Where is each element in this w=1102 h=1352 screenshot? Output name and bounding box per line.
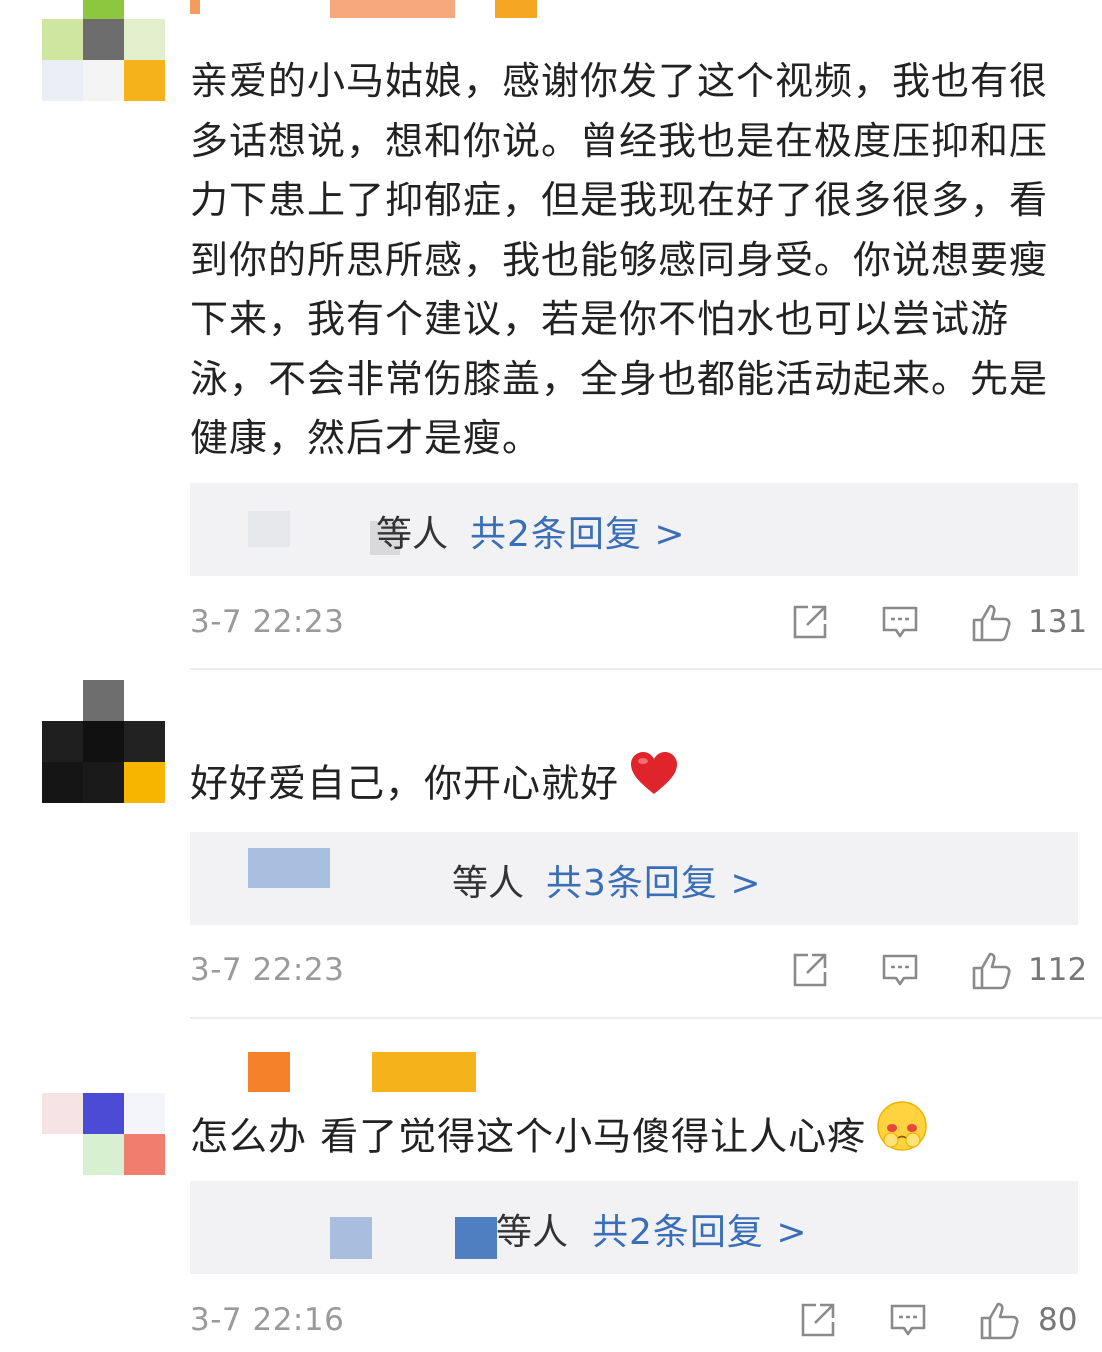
comment-text: 怎么办 看了觉得这个小马傻得让人心疼 <box>190 1114 867 1159</box>
comment-item: 怎么办 看了觉得这个小马傻得让人心疼 等人 共2条回复 > 3-7 22:16 … <box>0 0 1102 1342</box>
comment-text-row: 怎么办 看了觉得这个小马傻得让人心疼 <box>190 1101 1070 1174</box>
timestamp: 3-7 22:16 <box>190 1302 345 1338</box>
comment-meta: 3-7 22:16 80 <box>190 1292 1078 1352</box>
shy-face-emoji <box>876 1100 928 1170</box>
reply-suffix: 等人 <box>496 1212 569 1253</box>
like-count: 80 <box>1038 1302 1078 1338</box>
reply-preview[interactable]: 等人 共2条回复 > <box>190 1181 1078 1274</box>
replier-names-blurred <box>330 1217 372 1259</box>
comment-icon[interactable] <box>888 1300 928 1344</box>
avatar[interactable] <box>42 1052 166 1176</box>
share-icon[interactable] <box>798 1300 838 1344</box>
username[interactable] <box>248 1052 488 1092</box>
view-replies-link[interactable]: 共2条回复 > <box>592 1203 808 1255</box>
like-icon[interactable] <box>978 1300 1022 1346</box>
